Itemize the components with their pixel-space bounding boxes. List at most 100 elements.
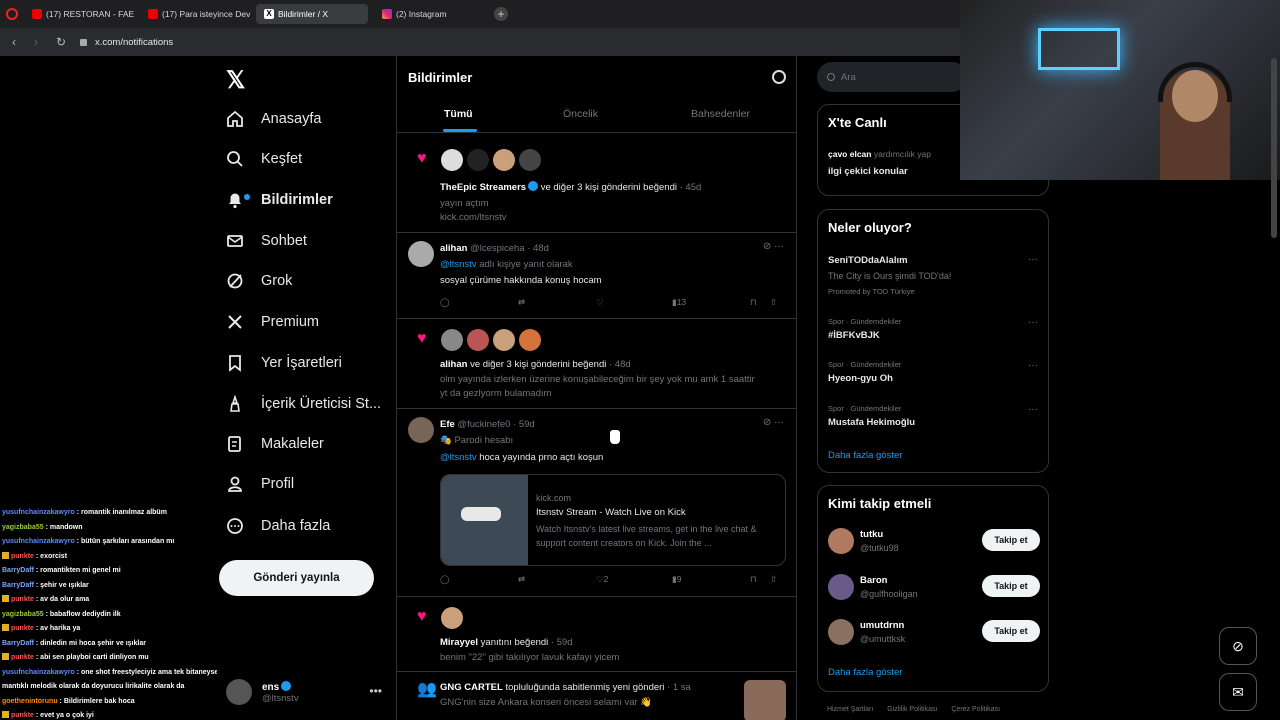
settings-icon[interactable] (772, 70, 786, 84)
active-tab-indicator (443, 129, 477, 132)
retweet-icon[interactable]: ⇄ (518, 574, 525, 585)
chat-text: : exorcist (33, 552, 68, 560)
forward-icon[interactable]: › (34, 35, 44, 49)
messages-icon[interactable]: ✉ (1219, 673, 1257, 711)
avatar[interactable] (408, 241, 434, 267)
chat-username: yusufnchainzakawyro (2, 538, 75, 545)
avatar[interactable] (828, 574, 854, 600)
nav-premium[interactable]: Premium (218, 302, 319, 342)
notification-item[interactable]: ♥ Mirayyel yanıtını beğendi · 59d benim … (397, 597, 796, 672)
nav-notifications[interactable]: Bildirimler (218, 180, 333, 220)
url-field[interactable]: x.com/notifications (80, 37, 173, 48)
follow-button[interactable]: Takip et (982, 620, 1040, 642)
chat-message: punkte : av harika ya (2, 622, 217, 637)
trend-item[interactable]: Hyeon-gyu Oh (828, 373, 893, 384)
more-dots-icon[interactable]: ··· (1028, 254, 1038, 265)
footer-link[interactable]: Hizmet Şartları (827, 706, 873, 713)
notification-item[interactable]: 👥 GNG CARTEL topluluğunda sabitlenmiş ye… (397, 672, 796, 720)
tab-all[interactable]: Tümü (444, 108, 473, 120)
avatar[interactable] (519, 329, 541, 351)
more-dots-icon[interactable]: ••• (369, 684, 382, 698)
tab-mentions[interactable]: Bahsedenler (691, 108, 750, 120)
nav-more[interactable]: Daha fazla (218, 506, 330, 546)
search-input[interactable]: Ara (817, 62, 967, 92)
avatar[interactable] (493, 329, 515, 351)
opera-logo-icon[interactable] (6, 8, 18, 20)
nav-home[interactable]: Anasayfa (218, 99, 321, 139)
more-dots-icon[interactable]: ··· (1028, 317, 1038, 328)
nav-chat[interactable]: Sohbet (218, 221, 307, 261)
nav-profile[interactable]: Profil (218, 464, 294, 504)
avatar[interactable] (441, 607, 463, 629)
grok-icon[interactable]: ⊘ (1219, 627, 1257, 665)
show-more-link[interactable]: Daha fazla göster (828, 450, 902, 461)
follow-button[interactable]: Takip et (982, 575, 1040, 597)
user-name[interactable]: TheEpic Streamers (440, 182, 526, 193)
verified-icon (281, 680, 292, 691)
new-tab-button[interactable]: + (494, 7, 508, 21)
post-button[interactable]: Gönderi yayınla (219, 560, 374, 596)
reply-icon[interactable]: ◯ (440, 574, 450, 585)
chat-username: BarryDaff (2, 567, 34, 574)
trend-item[interactable]: #İBFKvBJK (828, 330, 880, 341)
avatar[interactable] (519, 149, 541, 171)
tab-priority[interactable]: Öncelik (563, 108, 598, 120)
follow-suggestion[interactable]: umutdrnn @umuttksk Takip et (828, 617, 1040, 649)
promo-trend-name[interactable]: SeniTODdaAlalım (828, 255, 908, 266)
notification-item[interactable]: Efe @fuckinefe0 · 59d ⊘ ··· 🎭 Parodi hes… (397, 409, 796, 597)
notification-item[interactable]: ♥ alihan ve diğer 3 kişi gönderini beğen… (397, 319, 796, 409)
link-card[interactable]: kick.com Itsnstv Stream - Watch Live on … (440, 474, 786, 566)
nav-grok[interactable]: Grok (218, 261, 292, 301)
show-more-link[interactable]: Daha fazla göster (828, 667, 902, 678)
retweet-icon[interactable]: ⇄ (518, 297, 525, 308)
follow-button[interactable]: Takip et (982, 529, 1040, 551)
footer-link[interactable]: Çerez Politikası (951, 706, 1000, 713)
avatar[interactable] (441, 149, 463, 171)
nav-creator-studio[interactable]: İçerik Üreticisi St... (218, 384, 381, 424)
post-thumbnail[interactable] (744, 680, 786, 720)
more-dots-icon[interactable]: ··· (1028, 360, 1038, 371)
chat-message: punkte : abi sen playboi carti dinliyon … (2, 651, 217, 666)
avatar[interactable] (467, 149, 489, 171)
browser-tab-restoran[interactable]: (17) RESTORAN - FAENA (24, 4, 134, 24)
browser-tab-bildirimler[interactable]: X Bildirimler / X (256, 4, 368, 24)
like-icon[interactable]: ♡ (596, 297, 604, 308)
views-icon[interactable]: ▮ 13 (672, 297, 686, 308)
chat-message: yusufnchainzakawyro : one shot freestyle… (2, 666, 217, 681)
footer-link[interactable]: Gizlilik Politikası (887, 706, 937, 713)
share-icon[interactable]: ⇧ (770, 574, 777, 585)
reply-icon[interactable]: ◯ (440, 297, 450, 308)
chat-badge-icon (2, 595, 9, 602)
avatar[interactable] (493, 149, 515, 171)
bookmark-icon[interactable]: ⊓ (750, 574, 757, 585)
nav-bookmarks[interactable]: Yer İşaretleri (218, 343, 342, 383)
back-icon[interactable]: ‹ (12, 35, 22, 49)
avatar[interactable] (828, 528, 854, 554)
share-icon[interactable]: ⇧ (770, 297, 777, 308)
grok-icon more-dots-icon[interactable]: ⊘ ··· (763, 241, 784, 252)
more-dots-icon[interactable]: ··· (1028, 404, 1038, 415)
notification-item[interactable]: alihan @lcespiceha · 48d ⊘ ··· @ltsnstv … (397, 233, 796, 319)
nav-explore[interactable]: Keşfet (218, 139, 302, 179)
avatar[interactable] (408, 417, 434, 443)
x-logo-icon[interactable]: 𝕏 (226, 66, 245, 95)
bookmark-icon[interactable]: ⊓ (750, 297, 757, 308)
follow-suggestion[interactable]: tutku @tutku98 Takip et (828, 526, 1040, 558)
trend-item[interactable]: Mustafa Hekimoğlu (828, 417, 915, 428)
avatar[interactable] (441, 329, 463, 351)
chat-text: : abi sen playboi carti dinliyon mu (33, 654, 149, 661)
avatar[interactable] (828, 619, 854, 645)
browser-tab-instagram[interactable]: (2) Instagram (374, 4, 484, 24)
follow-suggestion[interactable]: Baron @gulfhooligan Takip et (828, 572, 1040, 604)
scrollbar[interactable] (1271, 58, 1277, 238)
parody-label: Parodi hesabı (454, 435, 514, 446)
views-icon[interactable]: ▮ 9 (672, 574, 681, 585)
account-switcher[interactable]: ens @ltsnstv ••• (226, 674, 386, 710)
notification-item[interactable]: ♥ TheEpic Streamers ve diğer 3 kişi gönd… (397, 141, 796, 233)
avatar[interactable] (467, 329, 489, 351)
reload-icon[interactable]: ↻ (56, 35, 66, 49)
nav-articles[interactable]: Makaleler (218, 424, 324, 464)
like-icon[interactable]: ♡ 2 (596, 574, 608, 585)
grok-icon more-dots-icon[interactable]: ⊘ ··· (763, 417, 784, 428)
browser-tab-para[interactable]: (17) Para isteyince Devrek (140, 4, 250, 24)
